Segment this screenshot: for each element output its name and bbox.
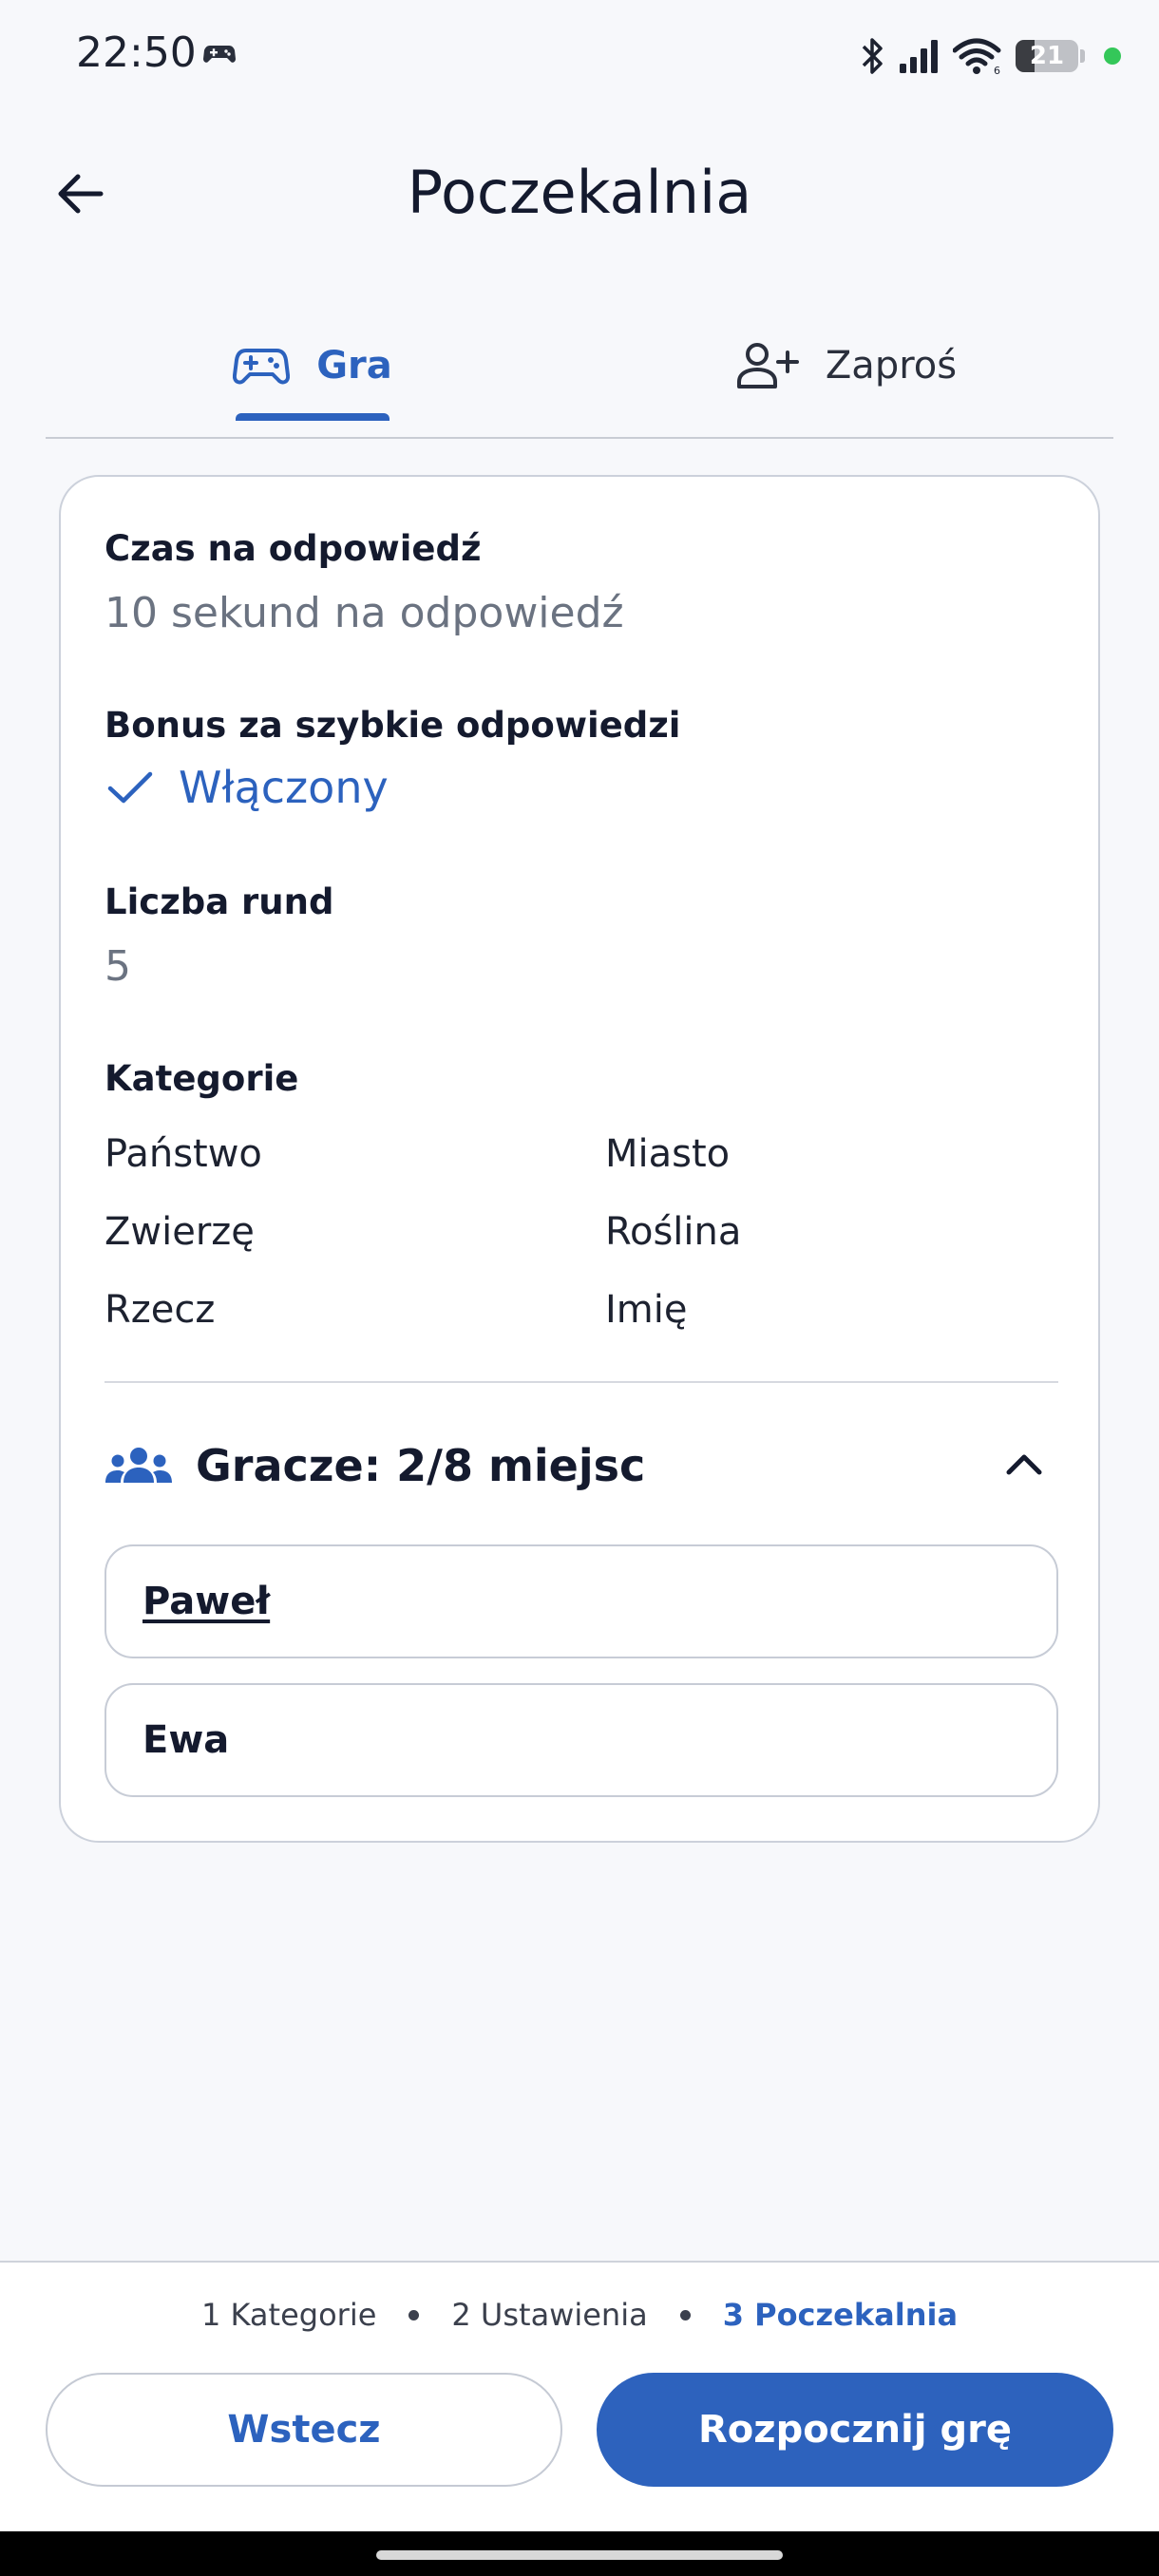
page-title: Poczekalnia bbox=[407, 158, 752, 227]
battery-tip bbox=[1080, 49, 1085, 63]
step-indicator: 1 Kategorie 2 Ustawienia 3 Poczekalnia bbox=[0, 2297, 1159, 2333]
signal-icon bbox=[900, 40, 938, 73]
category-item: Roślina bbox=[605, 1210, 742, 1254]
player-item-current: Paweł bbox=[104, 1544, 1058, 1658]
check-icon bbox=[107, 771, 153, 804]
player-name: Paweł bbox=[142, 1580, 271, 1623]
category-item: Imię bbox=[605, 1288, 688, 1332]
battery-level: 21 bbox=[1029, 42, 1065, 70]
tab-active-indicator bbox=[236, 413, 390, 421]
category-item: Zwierzę bbox=[104, 1210, 255, 1254]
rounds-value: 5 bbox=[104, 942, 131, 991]
step-categories: 1 Kategorie bbox=[200, 2297, 377, 2333]
gamepad-icon bbox=[233, 349, 291, 385]
speed-bonus-value: Włączony bbox=[104, 762, 389, 813]
step-lobby: 3 Poczekalnia bbox=[722, 2297, 959, 2333]
person-add-icon bbox=[736, 343, 799, 388]
home-indicator[interactable] bbox=[376, 2550, 783, 2560]
svg-text:6: 6 bbox=[994, 65, 1000, 75]
step-separator bbox=[679, 2309, 691, 2320]
rounds-label: Liczba rund bbox=[104, 881, 334, 922]
gamepad-icon bbox=[203, 46, 236, 63]
tab-game-label: Gra bbox=[316, 344, 392, 388]
back-step-button[interactable]: Wstecz bbox=[46, 2373, 562, 2487]
system-navigation-bar bbox=[0, 2531, 1159, 2576]
players-title: Gracze: 2/8 miejsc bbox=[196, 1440, 646, 1491]
categories-label: Kategorie bbox=[104, 1058, 299, 1099]
tab-bar: Gra Zaproś bbox=[46, 313, 1113, 439]
category-item: Państwo bbox=[104, 1132, 262, 1176]
answer-time-value: 10 sekund na odpowiedź bbox=[104, 589, 624, 637]
tab-invite-label: Zaproś bbox=[825, 344, 958, 388]
speed-bonus-status: Włączony bbox=[179, 762, 389, 813]
status-bar: 22:50 6 21 bbox=[0, 0, 1159, 112]
card-divider bbox=[104, 1381, 1058, 1383]
tab-invite[interactable]: Zaproś bbox=[580, 313, 1113, 418]
tab-game[interactable]: Gra bbox=[46, 313, 580, 421]
step-separator bbox=[408, 2309, 420, 2320]
privacy-indicator-dot bbox=[1104, 47, 1121, 65]
answer-time-label: Czas na odpowiedź bbox=[104, 528, 482, 569]
players-section-toggle[interactable]: Gracze: 2/8 miejsc bbox=[104, 1430, 1058, 1501]
player-item: Ewa bbox=[104, 1683, 1058, 1797]
bluetooth-icon bbox=[862, 38, 883, 74]
step-settings: 2 Ustawienia bbox=[451, 2297, 648, 2333]
start-game-button[interactable]: Rozpocznij grę bbox=[597, 2373, 1113, 2487]
status-icons: 6 21 bbox=[858, 32, 1121, 80]
speed-bonus-label: Bonus za szybkie odpowiedzi bbox=[104, 705, 681, 746]
bottom-panel: 1 Kategorie 2 Ustawienia 3 Poczekalnia W… bbox=[0, 2261, 1159, 2531]
battery-icon: 21 bbox=[1016, 40, 1078, 72]
status-time: 22:50 bbox=[76, 28, 197, 77]
wifi-icon: 6 bbox=[953, 38, 1001, 75]
chevron-up-icon[interactable] bbox=[998, 1438, 1051, 1491]
categories-grid: Państwo Miasto Zwierzę Roślina Rzecz Imi… bbox=[104, 1128, 1054, 1335]
category-item: Rzecz bbox=[104, 1288, 216, 1332]
player-name: Ewa bbox=[142, 1718, 230, 1762]
lobby-card: Czas na odpowiedź 10 sekund na odpowiedź… bbox=[59, 475, 1100, 1843]
group-icon bbox=[105, 1448, 172, 1483]
category-item: Miasto bbox=[605, 1132, 731, 1176]
